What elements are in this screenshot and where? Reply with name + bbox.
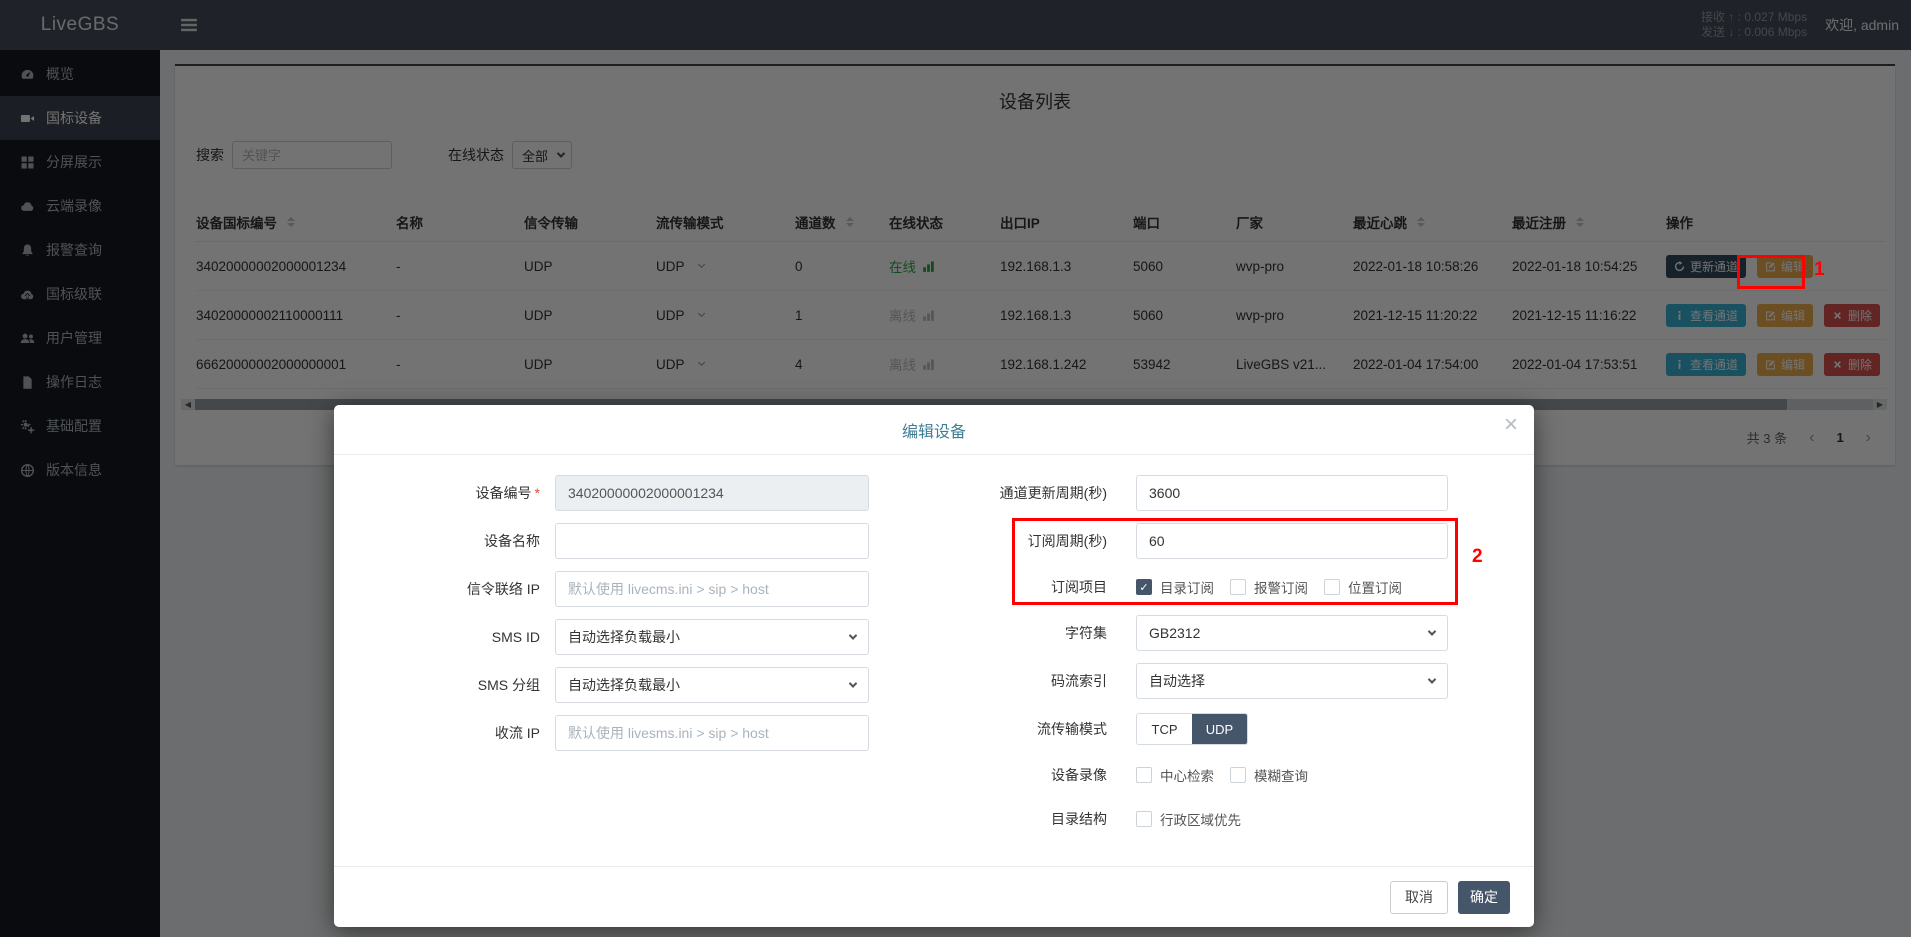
field-label: 流传输模式 <box>828 719 1107 739</box>
select-value: GB2312 <box>1149 625 1200 641</box>
form-row: 设备编号* <box>334 473 869 513</box>
modal-footer: 取消 确定 <box>334 866 1534 927</box>
form-row: SMS ID 自动选择负载最小 <box>334 617 869 657</box>
stream-mode-toggle: TCPUDP <box>1136 713 1248 745</box>
required-asterisk: * <box>535 485 540 501</box>
checkbox-group: 中心检索 模糊查询 <box>1136 765 1324 785</box>
modal-title: 编辑设备 <box>902 418 966 442</box>
modal-left-column: 设备编号* 设备名称信令联络 IP SMS ID 自动选择负载最小 SMS 分组 自动选择… <box>334 473 869 761</box>
field-label: 设备名称 <box>334 531 540 551</box>
field-control: 自动选择负载最小 <box>555 619 869 655</box>
form-row: 收流 IP <box>334 713 869 753</box>
field-input[interactable] <box>555 523 869 559</box>
form-row: SMS 分组 自动选择负载最小 <box>334 665 869 705</box>
field-label: SMS 分组 <box>334 675 540 695</box>
checkbox-label: 行政区域优先 <box>1160 809 1241 829</box>
field-control: 自动选择 <box>1136 663 1448 699</box>
field-control <box>555 523 869 559</box>
field-control: 行政区域优先 <box>1136 809 1257 829</box>
form-row: 通道更新周期(秒) <box>828 473 1508 513</box>
annotation-box-2 <box>1012 518 1458 605</box>
field-label: 收流 IP <box>334 723 540 743</box>
field-label: 信令联络 IP <box>334 579 540 599</box>
form-row: 设备录像 中心检索 模糊查询 <box>828 757 1508 793</box>
field-label: SMS ID <box>334 629 540 645</box>
field-input[interactable] <box>555 571 869 607</box>
form-row: 设备名称 <box>334 521 869 561</box>
livegbs-app: LiveGBS 概览国标设备分屏展示云端录像报警查询国标级联用户管理操作日志基础… <box>0 0 1911 937</box>
form-row: 目录结构 行政区域优先 <box>828 801 1508 837</box>
field-input[interactable] <box>1136 475 1448 511</box>
field-control: 中心检索 模糊查询 <box>1136 765 1324 785</box>
confirm-button[interactable]: 确定 <box>1458 881 1510 914</box>
field-select[interactable]: 自动选择 <box>1136 663 1448 699</box>
checkbox-label: 中心检索 <box>1160 765 1214 785</box>
field-control <box>1136 475 1448 511</box>
checkbox-group: 行政区域优先 <box>1136 809 1257 829</box>
field-label: 设备编号* <box>334 483 540 503</box>
field-control: TCPUDP <box>1136 713 1248 745</box>
toggle-option-tcp[interactable]: TCP <box>1137 714 1192 744</box>
checkbox-unchecked[interactable] <box>1136 811 1152 827</box>
annotation-box-1 <box>1737 255 1805 289</box>
form-row: 码流索引 自动选择 <box>828 661 1508 701</box>
select-value: 自动选择负载最小 <box>568 627 680 647</box>
form-row: 字符集 GB2312 <box>828 613 1508 653</box>
field-control <box>555 715 869 751</box>
field-input[interactable] <box>555 475 869 511</box>
annotation-number-2: 2 <box>1472 546 1483 568</box>
modal-header: 编辑设备 × <box>334 405 1534 455</box>
form-row: 流传输模式 TCPUDP <box>828 709 1508 749</box>
field-select[interactable]: 自动选择负载最小 <box>555 619 869 655</box>
field-label: 通道更新周期(秒) <box>828 483 1107 503</box>
field-input[interactable] <box>555 715 869 751</box>
close-icon[interactable]: × <box>1504 413 1518 437</box>
field-label: 目录结构 <box>828 809 1107 829</box>
edit-device-modal: 编辑设备 × 设备编号*设备名称信令联络 IPSMS ID自动选择负载最小SMS… <box>334 405 1534 927</box>
checkbox-unchecked[interactable] <box>1230 767 1246 783</box>
field-control <box>555 571 869 607</box>
toggle-option-udp[interactable]: UDP <box>1192 714 1247 744</box>
checkbox-label: 模糊查询 <box>1254 765 1308 785</box>
chevron-down-icon <box>1428 627 1436 635</box>
modal-body: 设备编号* 设备名称信令联络 IP SMS ID 自动选择负载最小 SMS 分组 自动选择… <box>334 455 1534 866</box>
checkbox-unchecked[interactable] <box>1136 767 1152 783</box>
annotation-number-1: 1 <box>1814 259 1825 281</box>
field-label: 码流索引 <box>828 671 1107 691</box>
field-label: 字符集 <box>828 623 1107 643</box>
select-value: 自动选择负载最小 <box>568 675 680 695</box>
form-row: 信令联络 IP <box>334 569 869 609</box>
field-control: 自动选择负载最小 <box>555 667 869 703</box>
chevron-down-icon <box>1428 675 1436 683</box>
field-label: 设备录像 <box>828 765 1107 785</box>
field-select[interactable]: GB2312 <box>1136 615 1448 651</box>
field-control <box>555 475 869 511</box>
field-control: GB2312 <box>1136 615 1448 651</box>
select-value: 自动选择 <box>1149 671 1205 691</box>
field-select[interactable]: 自动选择负载最小 <box>555 667 869 703</box>
cancel-button[interactable]: 取消 <box>1390 881 1448 914</box>
